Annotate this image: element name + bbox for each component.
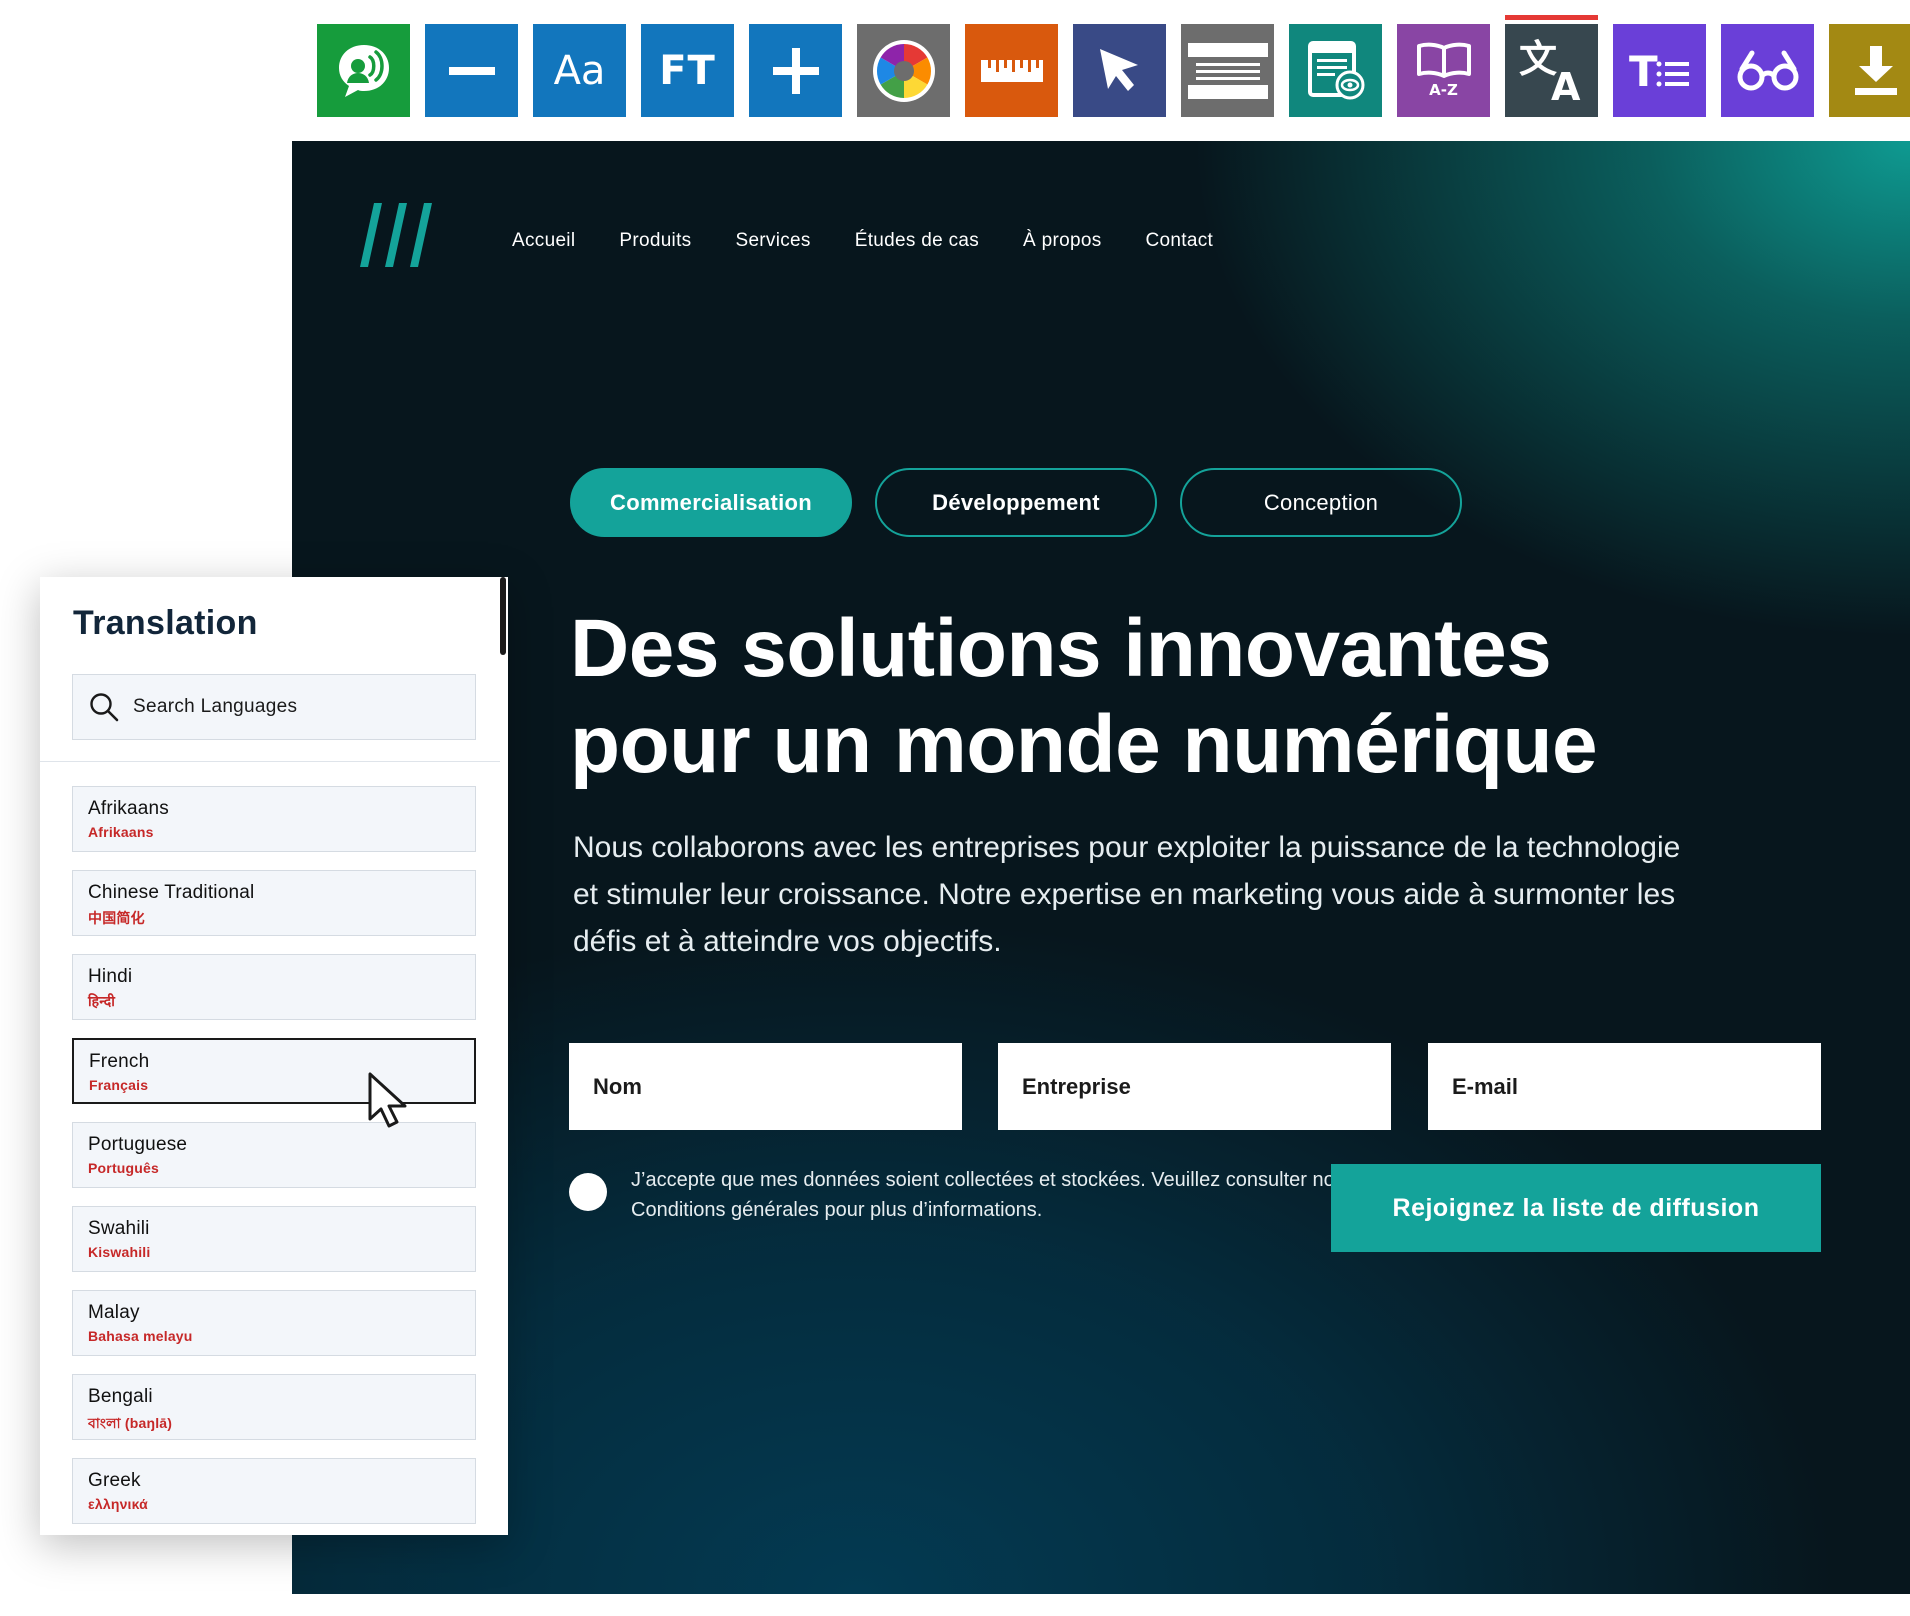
nav-a-propos[interactable]: À propos <box>1023 230 1101 252</box>
reading-glasses-button[interactable] <box>1721 24 1814 117</box>
panel-title: Translation <box>73 604 258 642</box>
language-native: 中国简化 <box>88 910 145 926</box>
nav-contact[interactable]: Contact <box>1146 230 1214 252</box>
ruler-button[interactable] <box>965 24 1058 117</box>
dictionary-button[interactable]: A-Z <box>1397 24 1490 117</box>
minus-icon <box>448 66 495 75</box>
name-field[interactable] <box>569 1043 962 1130</box>
translate-icon: 文 A <box>1519 38 1581 104</box>
language-native: বাংলা (baŋlā) <box>88 1415 173 1431</box>
nav-services[interactable]: Services <box>735 230 810 252</box>
language-item-hindi[interactable]: Hindi हिन्दी <box>72 954 476 1020</box>
language-item-chinese-traditional[interactable]: Chinese Traditional 中国简化 <box>72 870 476 936</box>
active-indicator <box>1505 15 1598 20</box>
consent-text: J’accepte que mes données soient collect… <box>631 1169 1345 1221</box>
page-view-button[interactable] <box>1289 24 1382 117</box>
pill-conception[interactable]: Conception <box>1180 468 1462 537</box>
speech-button[interactable] <box>317 24 410 117</box>
svg-text:T: T <box>1629 47 1658 96</box>
download-icon <box>1854 45 1897 95</box>
language-item-afrikaans[interactable]: Afrikaans Afrikaans <box>72 786 476 852</box>
dictionary-label: A-Z <box>1429 81 1458 99</box>
translate-button[interactable]: 文 A <box>1505 24 1598 117</box>
hero-headline: Des solutions innovantes pour un monde n… <box>570 601 1820 793</box>
language-name: French <box>89 1051 150 1072</box>
language-native: हिन्दी <box>88 993 116 1009</box>
language-native: ελληνικά <box>88 1496 148 1512</box>
language-name: Greek <box>88 1470 141 1491</box>
hero-subtext: Nous collaborons avec les entreprises po… <box>573 831 1681 958</box>
pointer-button[interactable] <box>1073 24 1166 117</box>
join-mailing-list-button[interactable]: Rejoignez la liste de diffusion <box>1331 1164 1821 1252</box>
svg-text:A: A <box>1551 65 1581 104</box>
panel-divider <box>40 761 500 762</box>
font-type-icon: FT <box>659 47 716 94</box>
search-placeholder: Search Languages <box>133 696 298 717</box>
pill-developpement[interactable]: Développement <box>875 468 1157 537</box>
language-native: Français <box>89 1077 149 1093</box>
speech-icon <box>338 44 389 97</box>
ruler-icon <box>980 59 1043 82</box>
language-native: Bahasa melayu <box>88 1328 193 1344</box>
download-button[interactable] <box>1829 24 1910 117</box>
headline-line-1: Des solutions innovantes <box>570 603 1552 694</box>
translation-panel: Translation Search Languages Afrikaans A… <box>40 577 508 1535</box>
nav-produits[interactable]: Produits <box>619 230 691 252</box>
zoom-out-button[interactable] <box>425 24 518 117</box>
language-item-malay[interactable]: Malay Bahasa melayu <box>72 1290 476 1356</box>
language-name: Hindi <box>88 966 133 987</box>
search-input[interactable]: Search Languages <box>72 674 476 740</box>
consent-radio[interactable] <box>569 1173 607 1211</box>
language-item-portuguese[interactable]: Portuguese Português <box>72 1122 476 1188</box>
headline-line-2: pour un monde numérique <box>570 699 1598 790</box>
color-button[interactable] <box>857 24 950 117</box>
language-item-french[interactable]: French Français <box>72 1038 476 1104</box>
language-item-swahili[interactable]: Swahili Kiswahili <box>72 1206 476 1272</box>
language-native: Kiswahili <box>88 1244 151 1260</box>
language-native: Afrikaans <box>88 824 154 840</box>
panel-scrollbar[interactable] <box>500 577 506 655</box>
language-name: Chinese Traditional <box>88 882 255 903</box>
language-name: Bengali <box>88 1386 153 1407</box>
company-field[interactable] <box>998 1043 1391 1130</box>
font-size-button[interactable]: Aa <box>533 24 626 117</box>
language-name: Malay <box>88 1302 140 1323</box>
text-extract-button[interactable]: T <box>1613 24 1706 117</box>
masking-icon <box>1187 42 1268 99</box>
mouse-cursor-icon <box>368 1072 407 1128</box>
email-field[interactable] <box>1428 1043 1821 1130</box>
font-type-button[interactable]: FT <box>641 24 734 117</box>
pill-commercialisation[interactable]: Commercialisation <box>570 468 852 537</box>
zoom-in-button[interactable] <box>749 24 842 117</box>
text-extract-icon: T <box>1629 47 1689 96</box>
category-pills: Commercialisation Développement Concepti… <box>570 468 1485 537</box>
nav-etudes-de-cas[interactable]: Études de cas <box>855 230 979 252</box>
masking-button[interactable] <box>1181 24 1274 117</box>
brand-logo <box>360 203 432 267</box>
search-icon <box>90 693 119 722</box>
plus-icon <box>772 47 819 94</box>
nav-accueil[interactable]: Accueil <box>512 230 575 252</box>
language-native: Português <box>88 1160 160 1176</box>
language-name: Swahili <box>88 1218 150 1239</box>
color-wheel-icon <box>872 39 935 102</box>
accessibility-toolbar: Aa FT A-Z 文 A T <box>317 15 1910 117</box>
main-nav: Accueil Produits Services Études de cas … <box>512 230 1257 252</box>
reading-glasses-icon <box>1737 50 1798 90</box>
language-item-bengali[interactable]: Bengali বাংলা (baŋlā) <box>72 1374 476 1440</box>
language-name: Portuguese <box>88 1134 188 1155</box>
dictionary-icon <box>1416 42 1471 78</box>
hero-section: Accueil Produits Services Études de cas … <box>292 141 1910 1594</box>
font-size-icon: Aa <box>553 47 606 94</box>
pointer-icon <box>1099 48 1138 91</box>
language-name: Afrikaans <box>88 798 170 819</box>
language-item-greek[interactable]: Greek ελληνικά <box>72 1458 476 1524</box>
page-view-icon <box>1307 40 1364 99</box>
